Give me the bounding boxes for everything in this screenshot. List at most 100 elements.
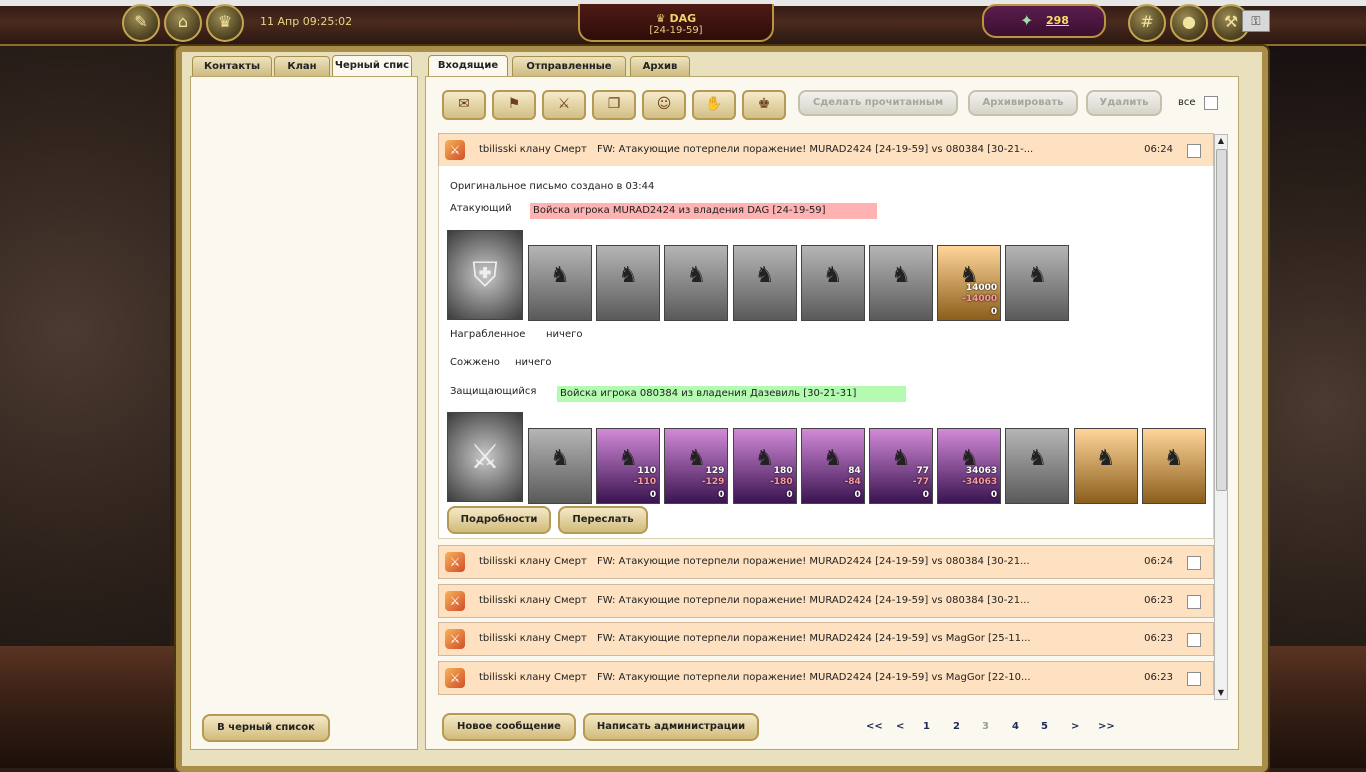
forward-button[interactable]: Переслать xyxy=(558,506,648,534)
message-row[interactable]: ⚔ tbilisski клану Смерт FW: Атакующие поте… xyxy=(438,545,1214,579)
tab-contacts[interactable]: Контакты xyxy=(192,56,272,77)
hands-icon[interactable]: ✋ xyxy=(692,90,736,120)
pager-prev[interactable]: < xyxy=(896,721,904,732)
message-from: tbilisski клану Смерт xyxy=(479,144,587,155)
unit-tile[interactable]: ♞ 77 -77 0 xyxy=(869,428,933,504)
message-subject[interactable]: FW: Атакующие потерпели поражение! MURAD… xyxy=(597,595,1030,606)
unit-count-n3: 0 xyxy=(990,490,998,500)
unit-tile[interactable]: ♞ xyxy=(1005,428,1070,504)
attacker-label: Атакующий xyxy=(450,203,512,214)
message-checkbox[interactable] xyxy=(1187,595,1201,609)
looted-label: Награбленное xyxy=(450,329,526,340)
unit-tile[interactable]: ♞ xyxy=(528,428,592,504)
unit-tile[interactable]: ♞ xyxy=(596,245,661,321)
write-admin-button[interactable]: Написать администрации xyxy=(583,713,759,741)
unit-count-n3: 0 xyxy=(786,490,793,500)
trophy-icon[interactable]: ♛ xyxy=(206,4,244,42)
people-icon[interactable]: ☺ xyxy=(642,90,686,120)
unit-tile[interactable]: ♞ 84 -84 0 xyxy=(800,428,865,504)
message-time: 06:23 xyxy=(1144,672,1173,683)
pager-page-2[interactable]: 2 xyxy=(953,721,960,732)
scroll-icon[interactable]: ✉ xyxy=(442,90,486,120)
unit-tile[interactable]: ♞ xyxy=(1005,245,1070,321)
mark-read-button[interactable]: Сделать прочитанным xyxy=(798,90,958,116)
unit-tile[interactable]: ♞ 129 -129 0 xyxy=(664,428,729,504)
battle-report-icon: ⚔ xyxy=(445,668,465,688)
message-subject[interactable]: FW: Атакующие потерпели поражение! MURAD… xyxy=(597,672,1031,683)
message-checkbox[interactable] xyxy=(1187,672,1201,686)
grid-icon[interactable]: # xyxy=(1128,4,1166,42)
scroll-down-icon[interactable]: ▼ xyxy=(1215,687,1227,699)
gold-plate[interactable]: ✦ 298 xyxy=(982,4,1106,38)
tab-sent[interactable]: Отправленные xyxy=(512,56,626,77)
book-icon[interactable]: ❐ xyxy=(592,90,636,120)
unit-tile[interactable]: ♞ xyxy=(869,245,933,321)
quill-icon[interactable]: ✎ xyxy=(122,4,160,42)
message-subject[interactable]: FW: Атакующие потерпели поражение! MURAD… xyxy=(597,633,1031,644)
unit-figure-icon: ♞ xyxy=(1095,446,1116,471)
message-row[interactable]: ⚔ tbilisski клану Смерт FW: Атакующие поте… xyxy=(438,584,1214,618)
battle-report-icon: ⚔ xyxy=(445,140,465,160)
unit-tile[interactable]: ♞ xyxy=(664,245,729,321)
delete-button[interactable]: Удалить xyxy=(1086,90,1162,116)
pager-first[interactable]: << xyxy=(866,721,883,732)
scroll-thumb[interactable] xyxy=(1216,149,1227,491)
pager-page-3: 3 xyxy=(982,721,989,732)
attacker-crest: ⛨ xyxy=(447,230,523,320)
message-from: tbilisski клану Смерт xyxy=(479,633,587,644)
message-row[interactable]: ⚔ tbilisski клану Смерт FW: Атакующие поте… xyxy=(438,622,1214,656)
message-subject[interactable]: FW: Атакующие потерпели поражение! MURAD… xyxy=(597,144,1033,155)
key-icon[interactable]: ⚿ xyxy=(1242,10,1270,32)
new-message-button[interactable]: Новое сообщение xyxy=(442,713,576,741)
select-all-checkbox[interactable] xyxy=(1204,96,1218,110)
unit-count-n2: -110 xyxy=(633,477,657,487)
unit-figure-icon: ♞ xyxy=(891,263,911,288)
unit-figure-icon: ♞ xyxy=(822,263,843,288)
unit-tile[interactable]: ♞ 34063 -34063 0 xyxy=(937,428,1002,504)
tab-inbox[interactable]: Входящие xyxy=(428,55,508,78)
add-to-blacklist-button[interactable]: В черный список xyxy=(202,714,330,742)
expanded-message-header[interactable]: ⚔ tbilisski клану Смерт FW: Атакующие по… xyxy=(438,133,1214,167)
domain-name: DAG xyxy=(669,12,697,25)
unit-figure-icon: ♞ xyxy=(618,446,639,471)
tab-blacklist[interactable]: Черный спис xyxy=(332,55,412,78)
flag-icon[interactable]: ⚑ xyxy=(492,90,536,120)
battle-report-icon: ⚔ xyxy=(445,552,465,572)
pager-page-4[interactable]: 4 xyxy=(1012,721,1019,732)
tab-archive[interactable]: Архив xyxy=(630,56,690,77)
domain-plate[interactable]: ♛ DAG [24-19-59] xyxy=(578,4,774,42)
unit-count-n3: 0 xyxy=(922,490,929,500)
unit-tile[interactable]: ♞ xyxy=(1073,428,1138,504)
pager-page-5[interactable]: 5 xyxy=(1041,721,1048,732)
pager-last[interactable]: >> xyxy=(1098,721,1115,732)
unit-tile[interactable]: ♞ xyxy=(800,245,865,321)
unit-tile[interactable]: ♞ xyxy=(528,245,592,321)
message-subject[interactable]: FW: Атакующие потерпели поражение! MURAD… xyxy=(597,556,1030,567)
message-checkbox[interactable] xyxy=(1187,144,1201,158)
message-row[interactable]: ⚔ tbilisski клану Смерт FW: Атакующие поте… xyxy=(438,661,1214,695)
message-checkbox[interactable] xyxy=(1187,556,1201,570)
sword-icon[interactable]: ⚔ xyxy=(542,90,586,120)
details-button[interactable]: Подробности xyxy=(447,506,551,534)
unit-count-n2: -129 xyxy=(701,477,725,487)
unit-tile[interactable]: ♞ 14000 -14000 0 xyxy=(937,245,1002,321)
pager-next[interactable]: > xyxy=(1071,721,1079,732)
unit-figure-icon: ♞ xyxy=(1027,446,1048,471)
unit-tile[interactable]: ♞ 110 -110 0 xyxy=(596,428,661,504)
unit-figure-icon: ♞ xyxy=(550,446,570,471)
coins-icon[interactable]: ● xyxy=(1170,4,1208,42)
defender-crest: ⚔ xyxy=(447,412,523,502)
unit-tile[interactable]: ♞ 180 -180 0 xyxy=(732,428,797,504)
gold-amount[interactable]: 298 xyxy=(1046,14,1069,27)
message-scrollbar[interactable]: ▲ ▼ xyxy=(1214,134,1228,700)
home-icon[interactable]: ⌂ xyxy=(164,4,202,42)
pager-page-1[interactable]: 1 xyxy=(923,721,930,732)
king-icon[interactable]: ♚ xyxy=(742,90,786,120)
unit-count-n1: 84 xyxy=(848,466,861,476)
archive-button[interactable]: Архивировать xyxy=(968,90,1078,116)
unit-tile[interactable]: ♞ xyxy=(732,245,797,321)
unit-tile[interactable]: ♞ xyxy=(1141,428,1206,504)
tab-clan[interactable]: Клан xyxy=(274,56,330,77)
message-checkbox[interactable] xyxy=(1187,633,1201,647)
scroll-up-icon[interactable]: ▲ xyxy=(1215,135,1227,147)
